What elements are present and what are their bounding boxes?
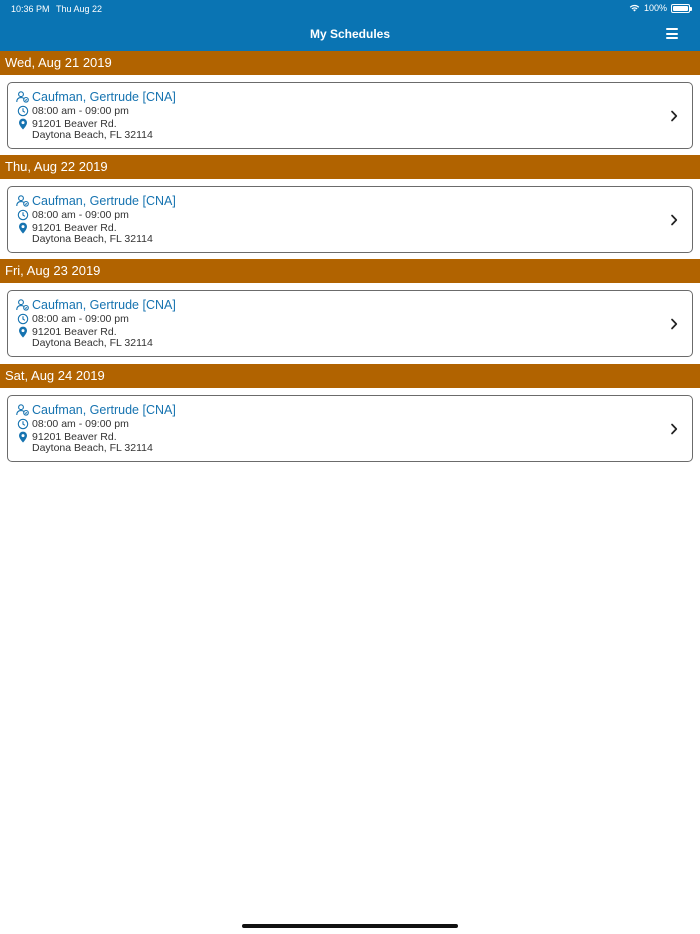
person-check-icon [16,91,29,104]
schedule-day-section: Fri, Aug 23 2019 Caufman, Gertrude [CNA] 0… [0,259,700,357]
chevron-right-icon [669,422,679,436]
status-date: Thu Aug 22 [56,4,103,14]
client-row: Caufman, Gertrude [CNA] [16,298,176,312]
page-title: My Schedules [309,27,391,41]
person-check-icon [16,404,29,417]
person-check-icon [16,299,29,312]
day-header: Wed, Aug 21 2019 [0,51,700,75]
address-line-1: 91201 Beaver Rd. [32,325,117,338]
time-row: 08:00 am - 09:00 pm [16,208,129,221]
day-header: Sat, Aug 24 2019 [0,364,700,388]
shift-time: 08:00 am - 09:00 pm [32,208,129,221]
location-pin-icon [16,430,29,443]
person-check-icon [16,195,29,208]
location-pin-icon [16,117,29,130]
schedule-card[interactable]: Caufman, Gertrude [CNA] 08:00 am - 09:00 … [7,82,693,149]
schedule-card[interactable]: Caufman, Gertrude [CNA] 08:00 am - 09:00 … [7,395,693,462]
address-line-2: Daytona Beach, FL 32114 [32,337,153,349]
shift-time: 08:00 am - 09:00 pm [32,417,129,430]
schedule-day-section: Sat, Aug 24 2019 Caufman, Gertrude [CNA] 0… [0,364,700,462]
address-line-1: 91201 Beaver Rd. [32,221,117,234]
time-row: 08:00 am - 09:00 pm [16,104,129,117]
battery-percent: 100% [643,3,667,13]
time-row: 08:00 am - 09:00 pm [16,312,129,325]
client-name: Caufman, Gertrude [CNA] [32,298,176,312]
schedule-day-section: Thu, Aug 22 2019 Caufman, Gertrude [CNA] 0… [0,155,700,253]
schedule-card[interactable]: Caufman, Gertrude [CNA] 08:00 am - 09:00 … [7,186,693,253]
address-line-2: Daytona Beach, FL 32114 [32,129,153,141]
clock-icon [16,312,29,325]
wifi-icon [629,4,640,12]
status-time: 10:36 PM [11,4,50,14]
address-line-1: 91201 Beaver Rd. [32,430,117,443]
shift-time: 08:00 am - 09:00 pm [32,104,129,117]
client-row: Caufman, Gertrude [CNA] [16,194,176,208]
shift-time: 08:00 am - 09:00 pm [32,312,129,325]
clock-icon [16,417,29,430]
address-line-2: Daytona Beach, FL 32114 [32,233,153,245]
battery-icon [671,3,692,13]
chevron-right-icon [669,109,679,123]
client-name: Caufman, Gertrude [CNA] [32,194,176,208]
hamburger-menu-icon[interactable] [666,28,678,39]
client-name: Caufman, Gertrude [CNA] [32,403,176,417]
navigation-bar: 10:36 PM Thu Aug 22 100% My Schedules [0,0,700,51]
time-row: 08:00 am - 09:00 pm [16,417,129,430]
home-indicator [242,924,458,928]
status-bar: 10:36 PM Thu Aug 22 100% [0,0,700,18]
client-row: Caufman, Gertrude [CNA] [16,90,176,104]
address-line-2: Daytona Beach, FL 32114 [32,442,153,454]
day-header: Fri, Aug 23 2019 [0,259,700,283]
status-right: 100% [629,3,692,13]
chevron-right-icon [669,213,679,227]
client-row: Caufman, Gertrude [CNA] [16,403,176,417]
address-line-1: 91201 Beaver Rd. [32,117,117,130]
location-pin-icon [16,221,29,234]
schedule-card[interactable]: Caufman, Gertrude [CNA] 08:00 am - 09:00 … [7,290,693,357]
chevron-right-icon [669,317,679,331]
clock-icon [16,104,29,117]
client-name: Caufman, Gertrude [CNA] [32,90,176,104]
clock-icon [16,208,29,221]
location-pin-icon [16,325,29,338]
day-header: Thu, Aug 22 2019 [0,155,700,179]
schedule-day-section: Wed, Aug 21 2019 Caufman, Gertrude [CNA] 0… [0,51,700,149]
